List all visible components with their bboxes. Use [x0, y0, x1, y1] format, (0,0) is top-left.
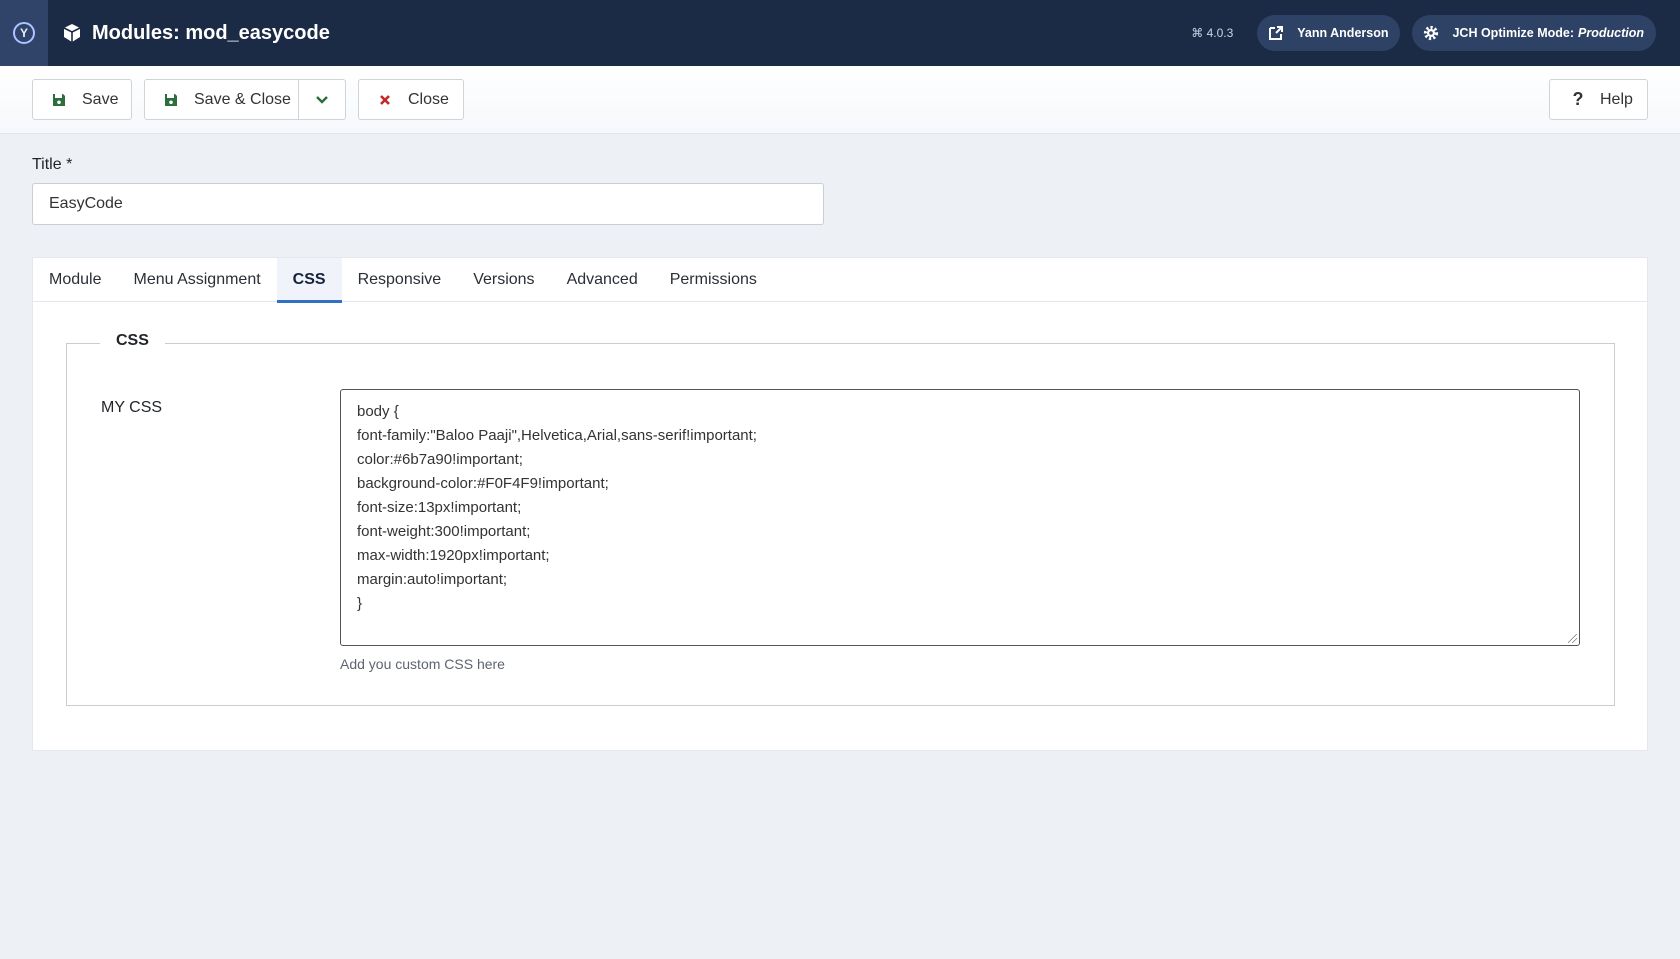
- save-close-button[interactable]: Save & Close: [144, 79, 346, 120]
- close-button[interactable]: Close: [358, 79, 464, 120]
- save-button[interactable]: Save: [32, 79, 132, 120]
- chevron-down-icon: [316, 95, 328, 104]
- floppy-disk-icon: [51, 92, 67, 108]
- jch-optimize-button[interactable]: JCH Optimize Mode: Production: [1412, 15, 1656, 51]
- save-close-label: Save & Close: [194, 90, 291, 108]
- close-label: Close: [408, 90, 449, 108]
- tab-menu-assignment[interactable]: Menu Assignment: [117, 258, 276, 302]
- close-icon: [377, 92, 393, 108]
- tab-versions[interactable]: Versions: [457, 258, 550, 302]
- css-fieldset: CSS MY CSS body { font-family:"Baloo Paa…: [66, 332, 1615, 706]
- code-line: }: [357, 595, 363, 612]
- tab-module[interactable]: Module: [33, 258, 117, 302]
- jch-mode-label: JCH Optimize Mode:: [1452, 26, 1575, 40]
- floppy-disk-icon: [163, 92, 179, 108]
- version-number: 4.0.3: [1206, 26, 1234, 40]
- jch-mode-value: Production: [1578, 26, 1644, 40]
- user-name: Yann Anderson: [1297, 26, 1389, 40]
- tab-responsive[interactable]: Responsive: [342, 258, 458, 302]
- code-line: font-size:13px!important;: [357, 499, 522, 516]
- my-css-label: MY CSS: [101, 399, 163, 416]
- my-css-textarea[interactable]: body { font-family:"Baloo Paaji",Helveti…: [340, 389, 1580, 646]
- code-line: margin:auto!important;: [357, 571, 508, 588]
- help-label: Help: [1600, 90, 1633, 108]
- resize-handle[interactable]: [1568, 634, 1577, 643]
- app-header: Y Modules: mod_easycode ⌘ 4.0.3 Yann And…: [0, 0, 1680, 66]
- tab-permissions[interactable]: Permissions: [654, 258, 773, 302]
- code-line: color:#6b7a90!important;: [357, 451, 523, 468]
- gear-icon: [1420, 22, 1442, 44]
- external-link-icon: [1265, 22, 1287, 44]
- page-title: Modules: mod_easycode: [62, 22, 330, 45]
- tab-css[interactable]: CSS: [276, 258, 342, 303]
- module-card: Module Menu Assignment CSS Responsive Ve…: [32, 257, 1648, 751]
- code-line: font-weight:300!important;: [357, 523, 531, 540]
- title-input[interactable]: EasyCode: [32, 183, 824, 225]
- toolbar: Save Save & Close Close ? Help: [0, 66, 1680, 134]
- code-line: font-family:"Baloo Paaji",Helvetica,Aria…: [357, 427, 757, 444]
- code-line: background-color:#F0F4F9!important;: [357, 475, 609, 492]
- help-button[interactable]: ? Help: [1549, 79, 1648, 120]
- css-legend: CSS: [100, 332, 165, 350]
- title-label: Title *: [32, 156, 73, 173]
- tab-advanced[interactable]: Advanced: [551, 258, 654, 302]
- question-icon: ?: [1572, 89, 1584, 109]
- page-title-text: Modules: mod_easycode: [92, 21, 330, 44]
- user-menu-button[interactable]: Yann Anderson: [1257, 15, 1401, 51]
- version-label: ⌘ 4.0.3: [1191, 26, 1234, 40]
- save-label: Save: [82, 90, 119, 108]
- joomla-logo-icon: Y: [13, 22, 35, 44]
- save-dropdown-toggle[interactable]: [298, 80, 345, 119]
- tab-bar: Module Menu Assignment CSS Responsive Ve…: [33, 258, 1647, 303]
- code-line: max-width:1920px!important;: [357, 547, 550, 564]
- code-line: body {: [357, 403, 399, 420]
- css-help-text: Add you custom CSS here: [340, 656, 505, 672]
- cube-icon: [63, 24, 81, 42]
- joomla-logo-button[interactable]: Y: [0, 0, 48, 66]
